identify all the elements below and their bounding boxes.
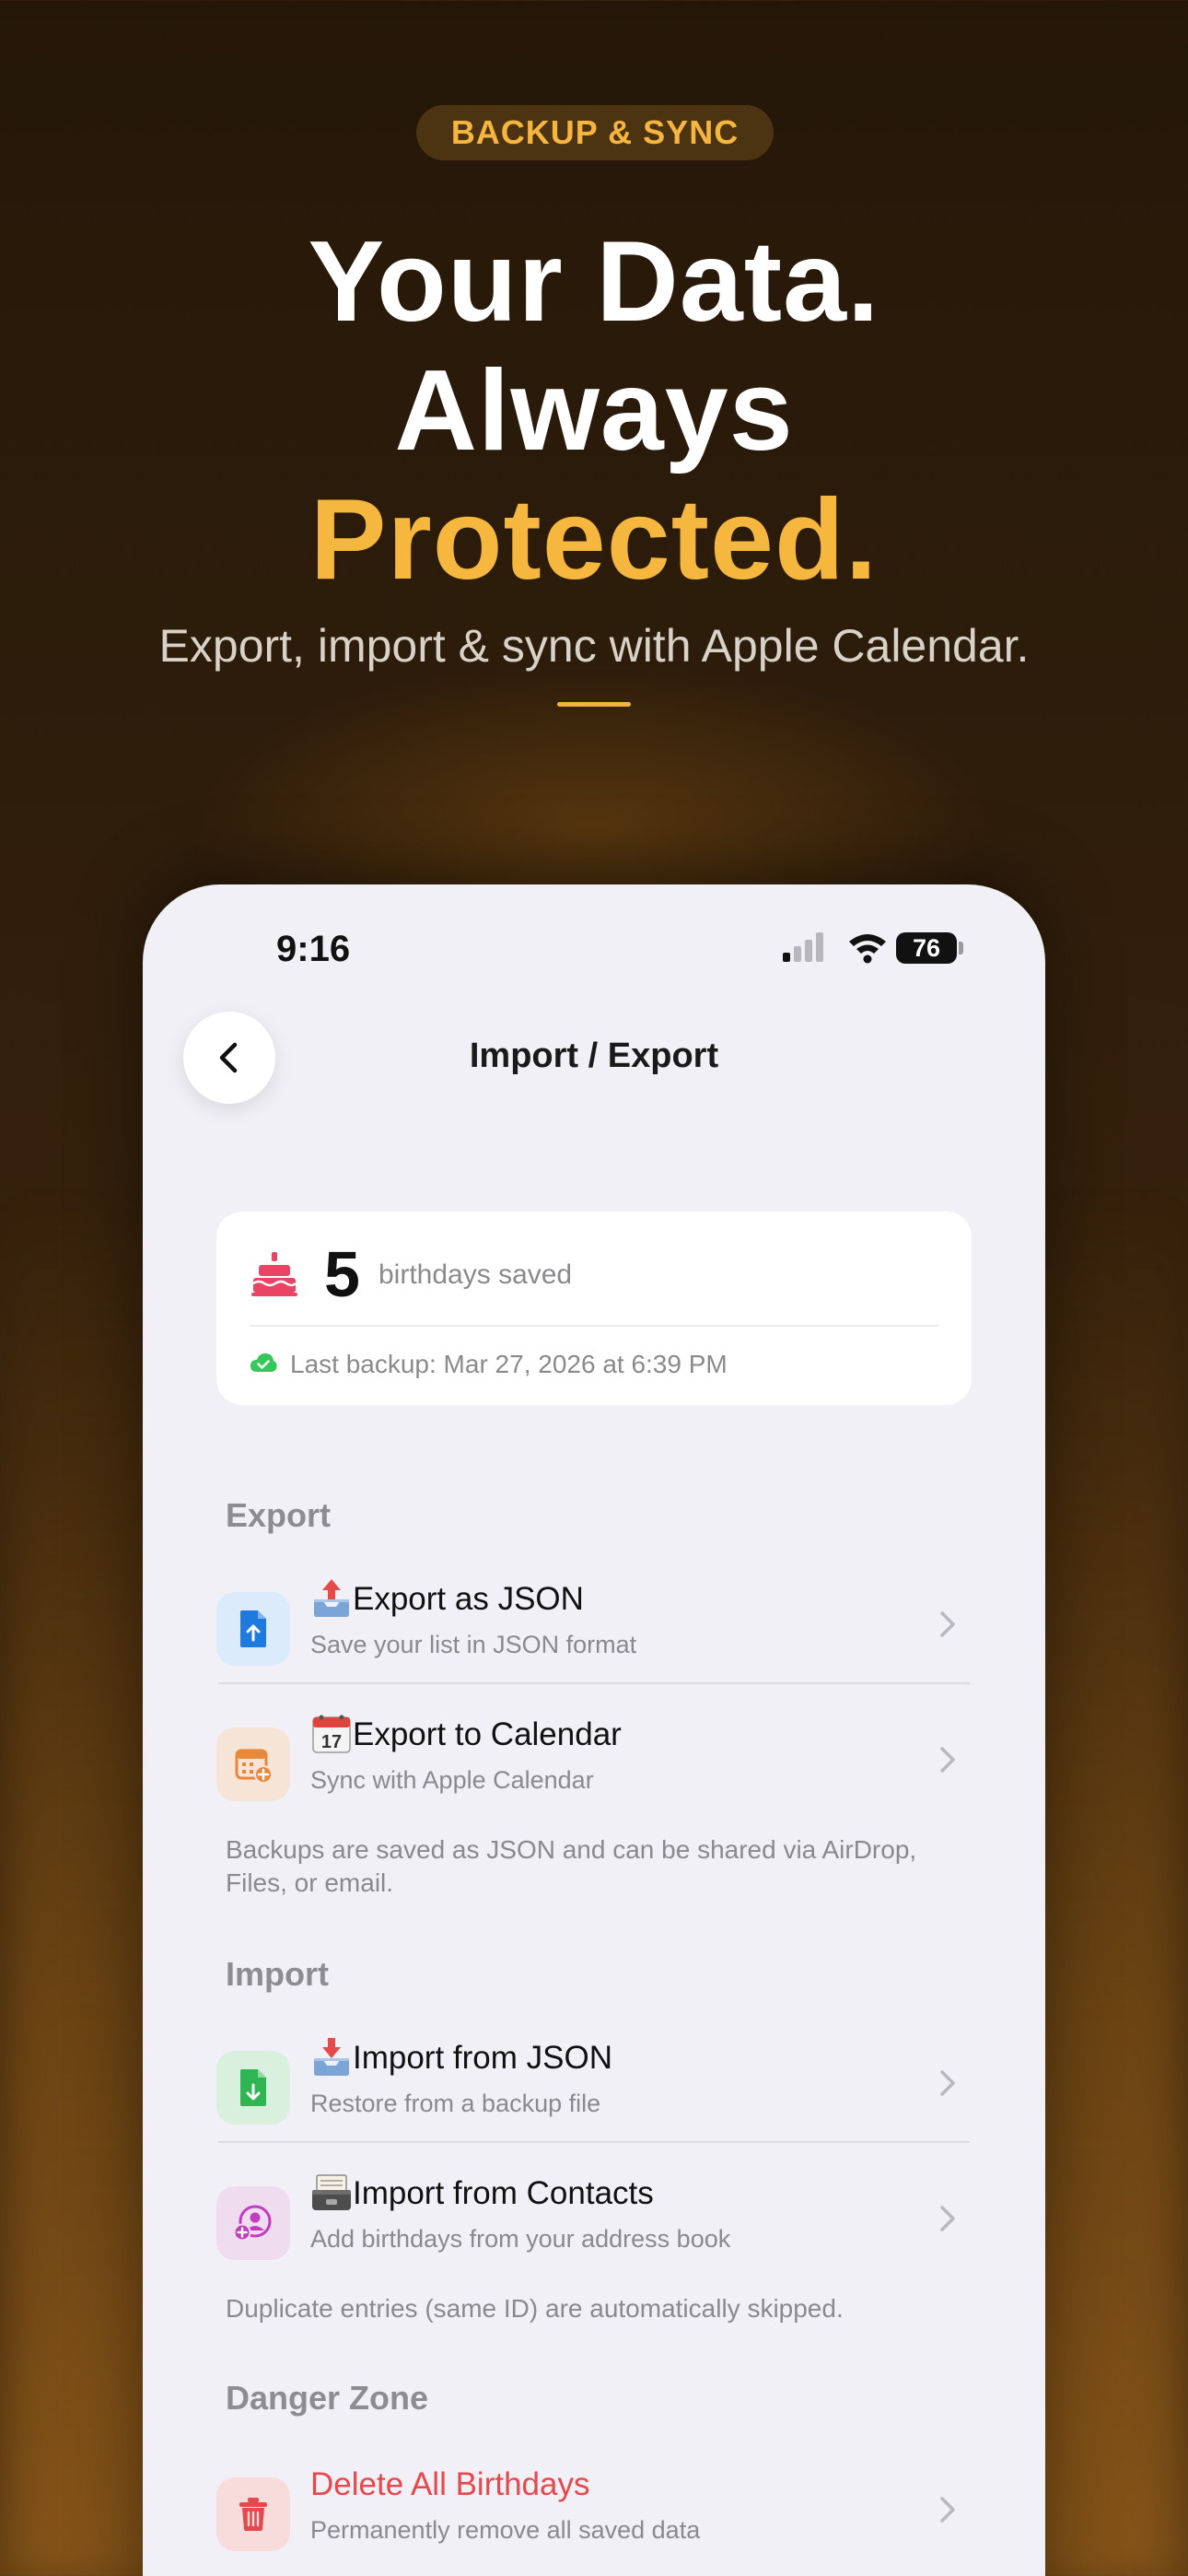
export-calendar-description: Sync with Apple Calendar (310, 1766, 594, 1794)
outbox-tray-icon (314, 1579, 349, 1617)
danger-zone-section-header: Danger Zone (226, 2379, 429, 2417)
birthday-count-label: birthdays saved (379, 1259, 573, 1290)
cloud-check-icon (250, 1353, 277, 1372)
battery-tip (959, 942, 963, 954)
import-contacts-title: Import from Contacts (353, 2175, 654, 2211)
calendar-add-icon (235, 1749, 273, 1784)
import-contacts-row[interactable]: Import from Contacts Add birthdays from … (216, 2172, 972, 2308)
document-download-icon (240, 2069, 266, 2106)
birthday-count: 5 (324, 1238, 360, 1310)
status-time: 9:16 (276, 929, 351, 969)
import-json-description: Restore from a backup file (310, 2090, 601, 2117)
hero-title-line-2: Always (394, 347, 794, 474)
row-divider (218, 1682, 970, 1684)
import-json-title: Import from JSON (353, 2040, 612, 2076)
inbox-tray-icon (314, 2038, 349, 2076)
export-footnote: Backups are saved as JSON and can be sha… (226, 1835, 917, 1897)
export-calendar-row[interactable]: 17 Export to Calendar Sync with Apple Ca… (216, 1713, 972, 1849)
calendar-emoji-icon: 17 (312, 1715, 351, 1753)
page-title: Import / Export (469, 1036, 719, 1075)
export-json-icon-tile (216, 1592, 290, 1666)
hero-title-line-1: Your Data. (308, 218, 880, 345)
chevron-right-icon (940, 1611, 955, 1637)
chevron-right-icon (940, 2497, 955, 2523)
contact-add-icon (233, 2205, 272, 2242)
delete-all-row[interactable]: Delete All Birthdays Permanently remove … (216, 2463, 972, 2576)
hero-subtitle: Export, import & sync with Apple Calenda… (158, 620, 1030, 672)
chevron-right-icon (940, 2070, 955, 2096)
delete-all-title: Delete All Birthdays (310, 2466, 590, 2502)
import-json-icon-tile (216, 2051, 290, 2125)
summary-card: 5 birthdays saved Last backup: Mar 27, 2… (216, 1212, 972, 1405)
export-json-description: Save your list in JSON format (310, 1631, 637, 1658)
card-index-icon (312, 2174, 351, 2210)
import-json-row[interactable]: Import from JSON Restore from a backup f… (216, 2036, 972, 2172)
chevron-right-icon (940, 1747, 955, 1773)
section-badge: BACKUP & SYNC (416, 105, 774, 160)
export-section-header: Export (226, 1496, 332, 1534)
chevron-right-icon (940, 2206, 955, 2231)
import-contacts-icon-tile (216, 2186, 290, 2260)
hero-title-line-3: Protected. (309, 476, 879, 603)
export-calendar-title: Export to Calendar (353, 1716, 622, 1752)
trash-icon (239, 2498, 267, 2531)
last-backup-text: Last backup: Mar 27, 2026 at 6:39 PM (290, 1350, 728, 1378)
wifi-icon (849, 934, 886, 964)
import-section-header: Import (226, 1955, 329, 1993)
phone-screen: 9:16 76 Import / Export 5 birthdays save… (143, 884, 1045, 2576)
export-json-row[interactable]: Export as JSON Save your list in JSON fo… (216, 1577, 972, 1714)
battery-indicator: 76 (896, 932, 957, 964)
accent-divider (557, 702, 631, 707)
delete-all-description: Permanently remove all saved data (310, 2516, 701, 2544)
export-calendar-icon-tile (216, 1727, 290, 1801)
export-json-title: Export as JSON (353, 1581, 584, 1617)
document-upload-icon (240, 1610, 266, 1647)
svg-text:17: 17 (321, 1732, 342, 1752)
delete-icon-tile (216, 2477, 290, 2551)
birthday-cake-icon (251, 1252, 297, 1296)
import-contacts-description: Add birthdays from your address book (310, 2225, 731, 2253)
cellular-signal-icon (783, 932, 823, 962)
row-divider (218, 2141, 970, 2143)
card-divider (250, 1325, 938, 1327)
import-footnote: Duplicate entries (same ID) are automati… (226, 2294, 844, 2323)
